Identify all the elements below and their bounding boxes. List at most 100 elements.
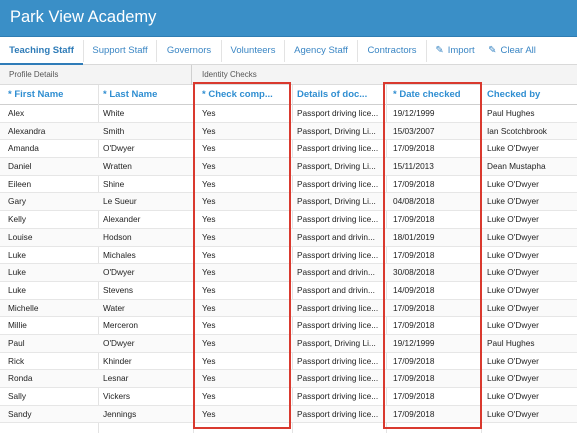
cell-checked-by[interactable]: Ian Scotchbrook — [487, 123, 575, 140]
cell-checked-by[interactable]: Luke O'Dwyer — [487, 388, 575, 405]
cell-first-name[interactable]: Luke — [8, 264, 96, 281]
cell-first-name[interactable]: Gary — [8, 193, 96, 210]
cell-last-name[interactable]: O'Dwyer — [103, 264, 191, 281]
tab-teaching-staff[interactable]: Teaching Staff — [0, 37, 83, 65]
column-header-check-completed[interactable]: * Check comp... — [202, 85, 288, 104]
cell-date-checked[interactable]: 19/12/1999 — [393, 105, 478, 122]
cell-date-checked[interactable]: 17/09/2018 — [393, 140, 478, 157]
cell-first-name[interactable]: Amanda — [8, 140, 96, 157]
column-header-details[interactable]: Details of doc... — [297, 85, 379, 104]
cell-check-completed[interactable]: Yes — [202, 123, 288, 140]
cell-details[interactable]: Passport, Driving Li... — [297, 193, 383, 210]
cell-first-name[interactable]: Rick — [8, 353, 96, 370]
cell-check-completed[interactable]: Yes — [202, 140, 288, 157]
column-header-date-checked[interactable]: * Date checked — [393, 85, 478, 104]
cell-checked-by[interactable]: Luke O'Dwyer — [487, 406, 575, 423]
cell-last-name[interactable]: White — [103, 105, 191, 122]
cell-details[interactable]: Passport, Driving Li... — [297, 335, 383, 352]
cell-date-checked[interactable]: 17/09/2018 — [393, 317, 478, 334]
cell-first-name[interactable]: Ronda — [8, 370, 96, 387]
table-row[interactable]: Luke Michales Yes Passport driving lice... 1… — [0, 247, 577, 265]
cell-last-name[interactable]: Merceron — [103, 317, 191, 334]
cell-last-name[interactable]: Michales — [103, 247, 191, 264]
cell-check-completed[interactable]: Yes — [202, 105, 288, 122]
cell-details[interactable]: Passport driving lice... — [297, 388, 383, 405]
cell-checked-by[interactable]: Luke O'Dwyer — [487, 193, 575, 210]
cell-first-name[interactable]: Luke — [8, 282, 96, 299]
cell-first-name[interactable]: Sally — [8, 388, 96, 405]
cell-checked-by[interactable]: Paul Hughes — [487, 105, 575, 122]
cell-date-checked[interactable]: 17/09/2018 — [393, 176, 478, 193]
cell-check-completed[interactable]: Yes — [202, 388, 288, 405]
tab-support-staff[interactable]: Support Staff — [84, 37, 156, 64]
table-row[interactable]: Sandy Jennings Yes Passport driving lice...… — [0, 405, 577, 424]
cell-details[interactable]: Passport driving lice... — [297, 300, 383, 317]
cell-checked-by[interactable]: Luke O'Dwyer — [487, 370, 575, 387]
cell-checked-by[interactable]: Luke O'Dwyer — [487, 317, 575, 334]
tab-volunteers[interactable]: Volunteers — [222, 37, 284, 64]
cell-details[interactable]: Passport driving lice... — [297, 406, 383, 423]
cell-last-name[interactable]: Hodson — [103, 229, 191, 246]
cell-checked-by[interactable]: Luke O'Dwyer — [487, 247, 575, 264]
cell-first-name[interactable]: Alex — [8, 105, 96, 122]
cell-check-completed[interactable]: Yes — [202, 158, 288, 175]
cell-date-checked[interactable]: 17/09/2018 — [393, 388, 478, 405]
cell-last-name[interactable]: Lesnar — [103, 370, 191, 387]
cell-date-checked[interactable]: 17/09/2018 — [393, 300, 478, 317]
cell-last-name[interactable]: Jennings — [103, 406, 191, 423]
column-header-first-name[interactable]: * First Name — [8, 85, 98, 104]
cell-details[interactable]: Passport, Driving Li... — [297, 123, 383, 140]
cell-checked-by[interactable]: Luke O'Dwyer — [487, 282, 575, 299]
table-row[interactable]: Gary Le Sueur Yes Passport, Driving Li... 04… — [0, 193, 577, 212]
table-row[interactable]: Michelle Water Yes Passport driving lice...… — [0, 299, 577, 318]
cell-last-name[interactable]: Stevens — [103, 282, 191, 299]
table-row[interactable]: Luke Stevens Yes Passport and drivin... 14/0… — [0, 282, 577, 300]
cell-first-name[interactable]: Millie — [8, 317, 96, 334]
cell-details[interactable]: Passport, Driving Li... — [297, 158, 383, 175]
cell-last-name[interactable]: Le Sueur — [103, 193, 191, 210]
tab-contractors[interactable]: Contractors — [358, 37, 426, 64]
cell-date-checked[interactable]: 19/12/1999 — [393, 335, 478, 352]
cell-date-checked[interactable]: 17/09/2018 — [393, 370, 478, 387]
cell-details[interactable]: Passport driving lice... — [297, 176, 383, 193]
cell-check-completed[interactable]: Yes — [202, 406, 288, 423]
cell-date-checked[interactable]: 30/08/2018 — [393, 264, 478, 281]
cell-last-name[interactable]: Wratten — [103, 158, 191, 175]
cell-details[interactable]: Passport driving lice... — [297, 140, 383, 157]
cell-last-name[interactable]: Smith — [103, 123, 191, 140]
cell-checked-by[interactable]: Dean Mustapha — [487, 158, 575, 175]
cell-details[interactable]: Passport driving lice... — [297, 317, 383, 334]
cell-first-name[interactable]: Sandy — [8, 406, 96, 423]
cell-details[interactable]: Passport and drivin... — [297, 229, 383, 246]
cell-first-name[interactable]: Eileen — [8, 176, 96, 193]
cell-checked-by[interactable]: Luke O'Dwyer — [487, 300, 575, 317]
cell-check-completed[interactable]: Yes — [202, 211, 288, 228]
tab-agency-staff[interactable]: Agency Staff — [285, 37, 357, 64]
cell-date-checked[interactable]: 15/03/2007 — [393, 123, 478, 140]
cell-last-name[interactable]: Vickers — [103, 388, 191, 405]
cell-first-name[interactable]: Daniel — [8, 158, 96, 175]
cell-first-name[interactable]: Luke — [8, 247, 96, 264]
table-row[interactable]: Alexandra Smith Yes Passport, Driving Li...… — [0, 122, 577, 141]
cell-check-completed[interactable]: Yes — [202, 317, 288, 334]
cell-checked-by[interactable]: Luke O'Dwyer — [487, 176, 575, 193]
cell-date-checked[interactable]: 04/08/2018 — [393, 193, 478, 210]
table-row[interactable]: Rick Khinder Yes Passport driving lice... 17… — [0, 353, 577, 371]
cell-last-name[interactable]: O'Dwyer — [103, 335, 191, 352]
table-row[interactable]: Amanda O'Dwyer Yes Passport driving lice...… — [0, 140, 577, 159]
cell-checked-by[interactable]: Luke O'Dwyer — [487, 353, 575, 370]
cell-check-completed[interactable]: Yes — [202, 193, 288, 210]
cell-checked-by[interactable]: Paul Hughes — [487, 335, 575, 352]
cell-date-checked[interactable]: 17/09/2018 — [393, 211, 478, 228]
cell-date-checked[interactable]: 17/09/2018 — [393, 247, 478, 264]
cell-date-checked[interactable]: 17/09/2018 — [393, 406, 478, 423]
cell-checked-by[interactable]: Luke O'Dwyer — [487, 211, 575, 228]
tab-governors[interactable]: Governors — [157, 37, 221, 64]
cell-last-name[interactable]: Water — [103, 300, 191, 317]
cell-checked-by[interactable]: Luke O'Dwyer — [487, 229, 575, 246]
cell-checked-by[interactable]: Luke O'Dwyer — [487, 264, 575, 281]
cell-details[interactable]: Passport driving lice... — [297, 353, 383, 370]
table-row[interactable]: Daniel Wratten Yes Passport, Driving Li... 1… — [0, 158, 577, 176]
table-row[interactable]: Alex White Yes Passport driving lice... 19/1… — [0, 105, 577, 123]
clear-all-button[interactable]: ✎ Clear All — [486, 37, 538, 64]
